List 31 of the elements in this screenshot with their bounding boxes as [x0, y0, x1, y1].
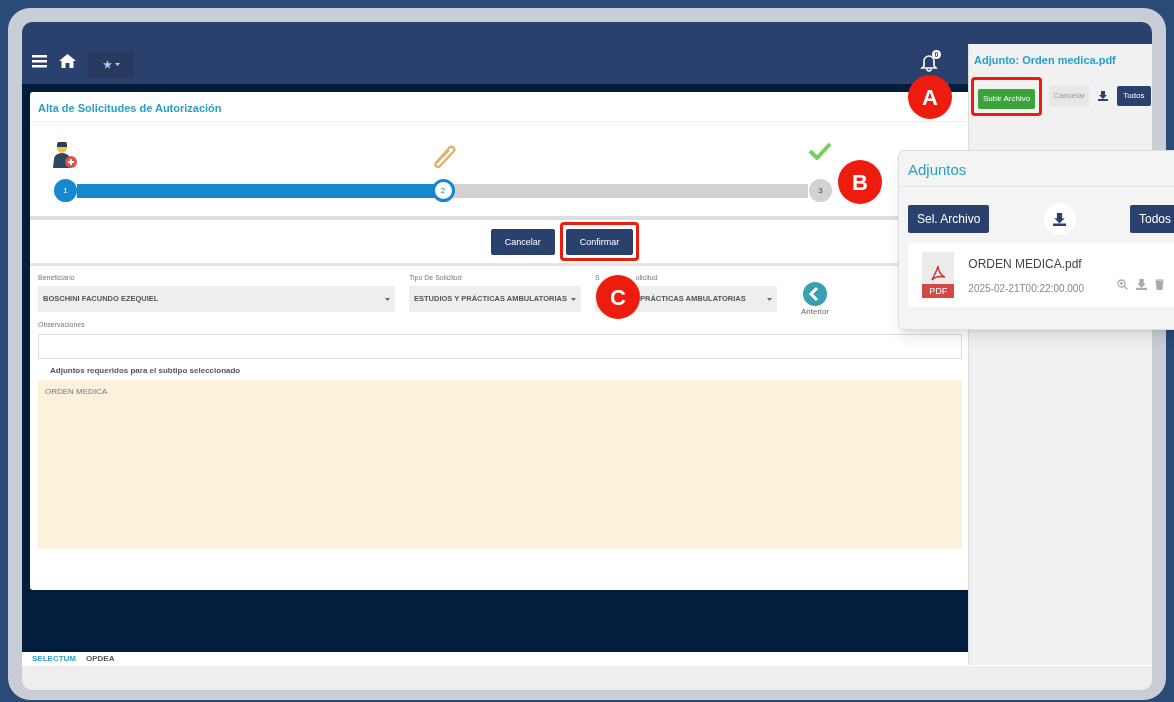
favorites-dropdown[interactable]: [88, 51, 134, 78]
observations-field[interactable]: [38, 333, 962, 359]
bell-icon[interactable]: [920, 52, 940, 72]
action-button[interactable]: Cancelar: [490, 229, 555, 256]
footer-text: OPDEA: [86, 653, 115, 665]
back-button[interactable]: Anterior: [801, 282, 829, 318]
file-name: ORDEN MEDICA.pdf: [968, 255, 1083, 273]
action-button[interactable]: Confirmar: [565, 229, 634, 256]
checkmark-icon: [808, 142, 832, 160]
popup-title: Adjuntos: [899, 151, 1174, 187]
section-heading: Adjuntos requeridos para el subtipo seleccionado: [49, 364, 242, 377]
footer-text: SELECTUM: [32, 653, 76, 665]
all-button[interactable]: Todos: [1117, 86, 1151, 106]
pdf-file-icon: PDF: [922, 252, 955, 298]
required-item: ORDEN MEDICA: [45, 385, 109, 398]
star-icon: [102, 60, 112, 69]
caret-icon: [385, 297, 390, 301]
file-date: 2025-02-21T00:22:00.000: [968, 281, 1085, 296]
acrobat-icon: [929, 264, 948, 282]
menu-icon[interactable]: [32, 55, 47, 68]
user-add-icon: [53, 142, 77, 168]
home-icon[interactable]: [59, 54, 76, 68]
download-icon[interactable]: [1098, 91, 1109, 101]
select-file-button[interactable]: Sel. Archivo: [908, 205, 990, 233]
caret-icon: [767, 297, 772, 301]
panel-title: Adjunto: Orden medica.pdf: [974, 53, 1117, 68]
download-button[interactable]: [1043, 203, 1076, 235]
download-icon: [1053, 212, 1067, 226]
all-button[interactable]: Todos: [1129, 205, 1174, 233]
caret-icon: [114, 63, 120, 66]
caret-icon: [571, 297, 576, 301]
